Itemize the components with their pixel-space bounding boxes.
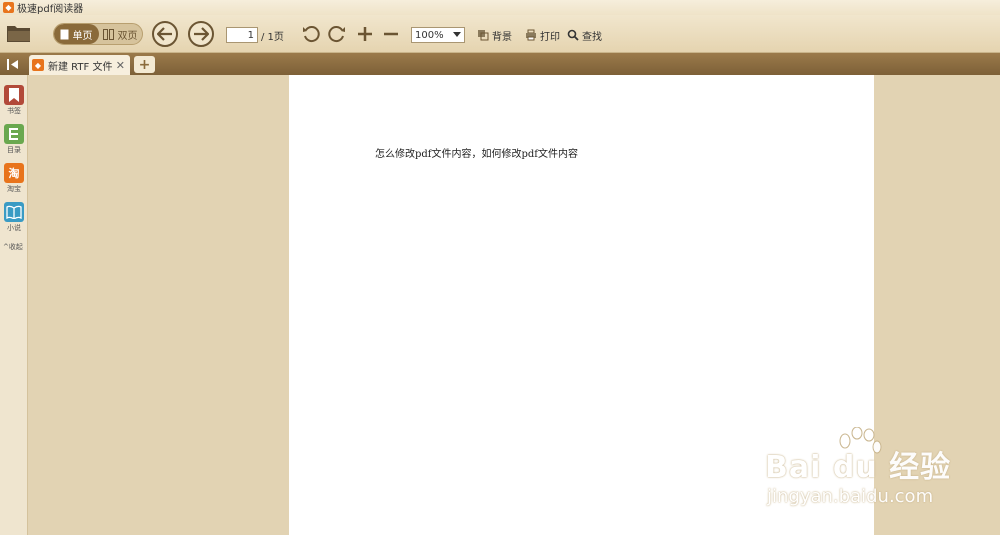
rotate-left-icon — [303, 26, 320, 43]
sidebar: 书签 目录 淘 淘宝 小说 ^收起 — [0, 75, 28, 535]
printer-icon — [526, 29, 536, 41]
double-page-label: 双页 — [117, 30, 138, 42]
sidebar-item-label: 小说 — [7, 224, 21, 232]
plus-icon — [358, 27, 372, 41]
baidu-jingyan-watermark: Bai du 经验 jingyan.baidu.com — [765, 427, 995, 517]
chevron-down-icon — [453, 32, 461, 37]
collapse-sidebar-button[interactable] — [5, 57, 21, 71]
tab-document[interactable]: ◆ 新建 RTF 文件 ✕ — [29, 55, 130, 75]
double-page-button[interactable]: 双页 — [99, 24, 142, 44]
bookmark-icon — [4, 85, 24, 105]
toc-icon — [4, 124, 24, 144]
app-logo-icon: ◆ — [3, 2, 14, 13]
taobao-icon: 淘 — [4, 163, 24, 183]
find-button[interactable]: 查找 — [567, 27, 602, 43]
bookmark-glyph — [9, 88, 19, 102]
toc-glyph — [9, 128, 18, 140]
minus-icon — [384, 32, 398, 36]
new-tab-button[interactable]: + — [134, 56, 155, 73]
single-page-button[interactable]: 单页 — [54, 24, 99, 44]
sidebar-collapse-label: 收起 — [8, 243, 23, 251]
search-icon — [567, 29, 579, 41]
background-icon — [478, 30, 489, 41]
print-label: 打印 — [540, 31, 560, 43]
document-tab-icon: ◆ — [32, 59, 44, 71]
collapse-left-icon — [7, 58, 18, 70]
sidebar-item-bookmarks[interactable]: 书签 — [2, 85, 26, 116]
app-title: 极速pdf阅读器 — [17, 4, 84, 15]
sidebar-item-toc[interactable]: 目录 — [2, 124, 26, 155]
rotate-right-button[interactable] — [327, 24, 347, 44]
open-book-glyph — [6, 205, 22, 219]
next-page-button[interactable] — [188, 21, 214, 47]
sidebar-collapse-button[interactable]: ^收起 — [3, 242, 23, 252]
background-button[interactable]: 背景 — [477, 27, 512, 43]
single-page-icon — [60, 29, 69, 39]
find-label: 查找 — [582, 31, 602, 43]
watermark-main-text: Bai du 经验 — [765, 450, 952, 485]
sidebar-item-novel[interactable]: 小说 — [2, 202, 26, 233]
zoom-value: 100% — [415, 29, 444, 41]
tab-label: 新建 RTF 文件 — [48, 61, 113, 73]
zoom-out-button[interactable] — [381, 24, 401, 44]
book-icon — [4, 202, 24, 222]
view-mode-toggle: 单页 双页 — [53, 23, 143, 45]
watermark-sub-text: jingyan.baidu.com — [767, 486, 934, 507]
print-button[interactable]: 打印 — [525, 27, 560, 43]
single-page-label: 单页 — [72, 30, 93, 42]
document-text: 怎么修改pdf文件内容，如何修改pdf文件内容 — [375, 149, 579, 160]
open-folder-button[interactable] — [6, 22, 32, 44]
arrow-right-icon — [194, 27, 209, 41]
sidebar-item-label: 书签 — [7, 107, 21, 115]
rotate-right-icon — [328, 26, 345, 43]
folder-icon — [7, 26, 30, 42]
zoom-select[interactable]: 100% — [411, 27, 465, 43]
page-total-label: / 1页 — [261, 31, 284, 43]
sidebar-item-taobao[interactable]: 淘 淘宝 — [2, 163, 26, 194]
close-icon[interactable]: ✕ — [116, 59, 125, 72]
rotate-left-button[interactable] — [301, 24, 321, 44]
title-bar: ◆ 极速pdf阅读器 — [0, 0, 1000, 15]
background-label: 背景 — [492, 31, 512, 43]
page-number-input[interactable]: 1 — [226, 27, 258, 43]
double-page-icon — [103, 28, 115, 40]
arrow-left-icon — [157, 27, 172, 41]
toolbar: 单页 双页 1 / 1页 100% 背景 打印 查找 — [0, 15, 1000, 53]
previous-page-button[interactable] — [152, 21, 178, 47]
sidebar-item-label: 淘宝 — [7, 185, 21, 193]
tab-bar: ◆ 新建 RTF 文件 ✕ + — [0, 53, 1000, 75]
sidebar-item-label: 目录 — [7, 146, 21, 154]
zoom-in-button[interactable] — [355, 24, 375, 44]
